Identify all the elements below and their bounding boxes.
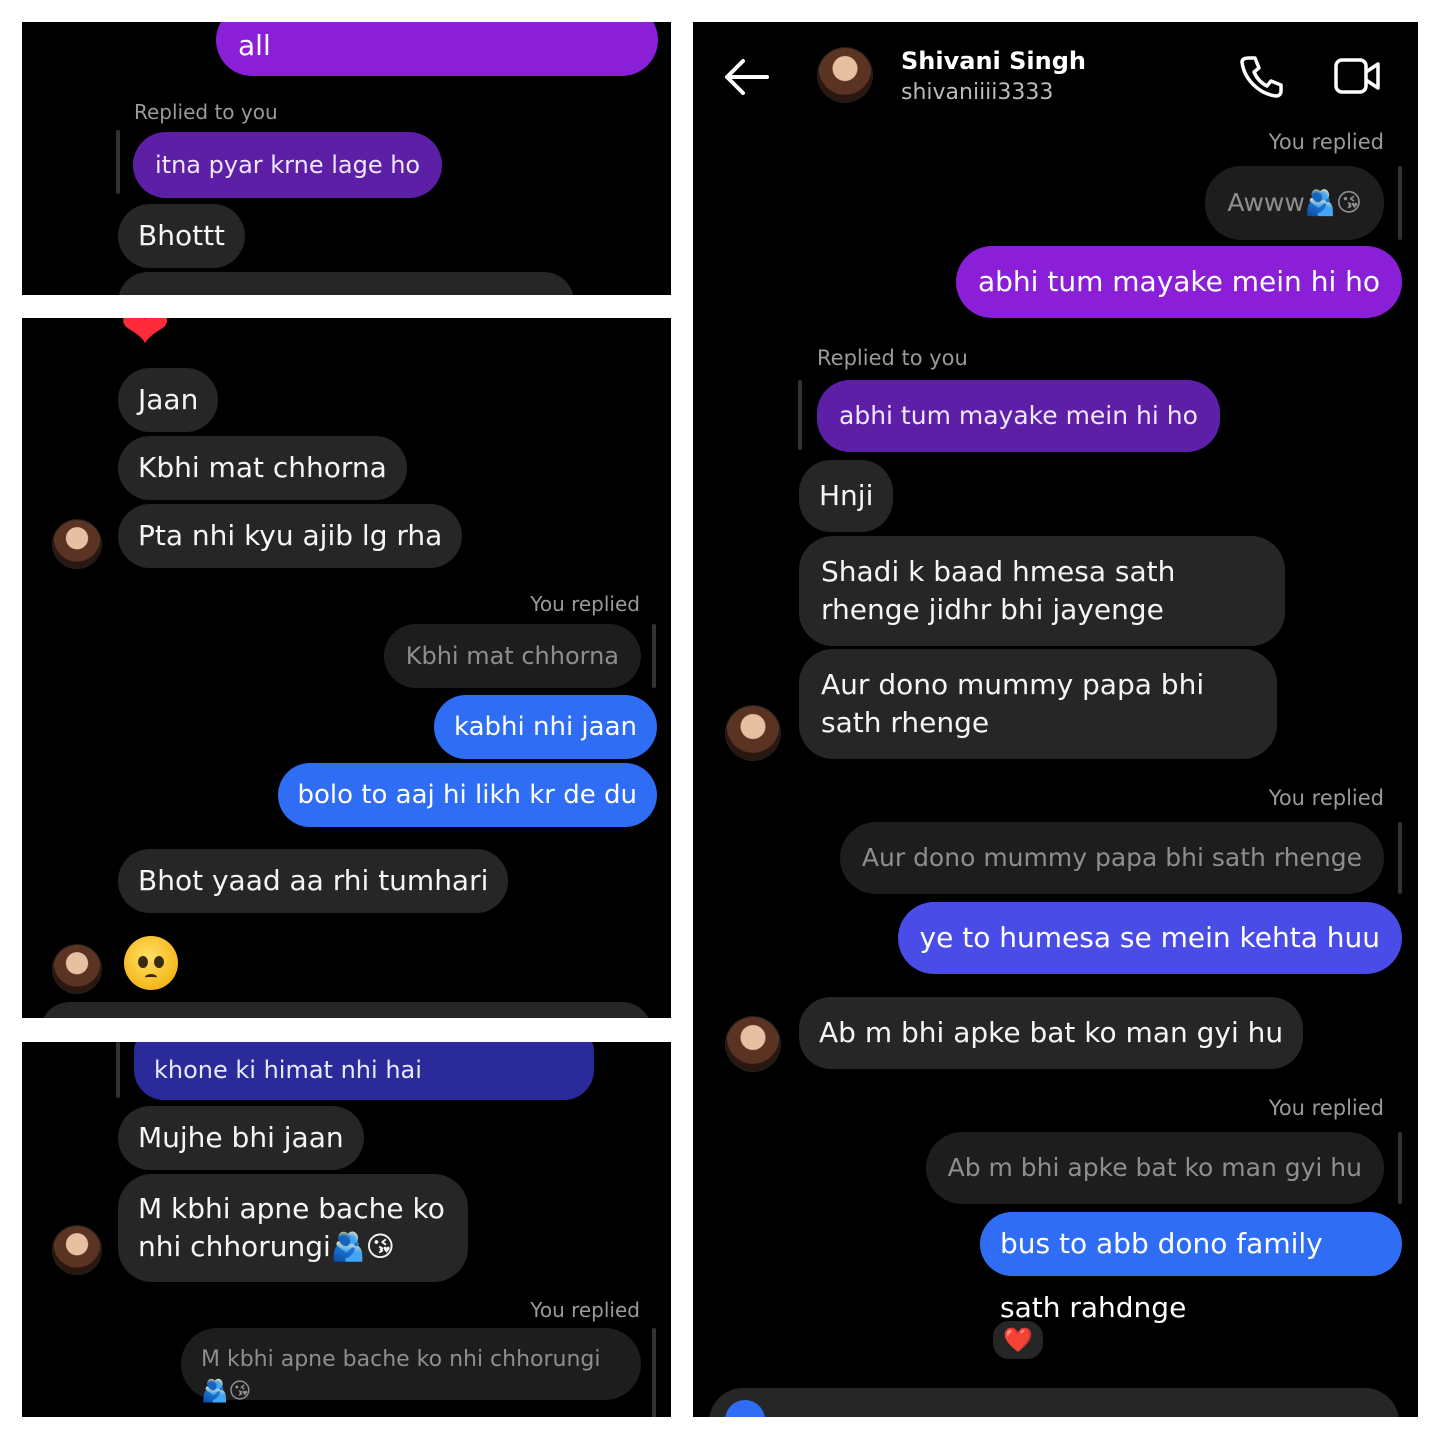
quoted-message[interactable]: Kbhi mat chhorna: [383, 624, 641, 688]
received-message[interactable]: Pta nhi kyu ajib lg rha: [118, 504, 463, 568]
contact-avatar[interactable]: [726, 706, 780, 760]
received-message-partial: [118, 272, 574, 295]
contact-avatar[interactable]: [726, 1017, 780, 1071]
sent-message[interactable]: kabhi nhi jaan: [433, 695, 657, 759]
contact-avatar[interactable]: [818, 48, 872, 102]
contact-avatar[interactable]: [53, 1226, 101, 1274]
contact-avatar[interactable]: [53, 520, 101, 568]
quoted-message[interactable]: Aur dono mummy papa bhi sath rhenge: [839, 822, 1384, 894]
reply-quote-bar: [652, 624, 656, 688]
reply-quote-text: khone ki himat nhi hai: [154, 1056, 422, 1084]
received-message[interactable]: Bhottt: [118, 204, 246, 268]
reply-quote-bar: [1398, 822, 1402, 894]
you-replied-label: You replied: [1268, 130, 1384, 154]
received-message[interactable]: Jaan: [118, 368, 219, 432]
replied-label: Replied to you: [817, 346, 968, 370]
chat-panel-3: khone ki himat nhi hai Mujhe bhi jaan M …: [22, 1042, 671, 1417]
replied-label: Replied to you: [134, 100, 278, 124]
received-message[interactable]: Ab m bhi apke bat ko man gyi hu: [799, 997, 1304, 1069]
you-replied-label: You replied: [1268, 786, 1384, 810]
received-message[interactable]: Aur dono mummy papa bhi sath rhenge: [799, 649, 1277, 759]
received-message[interactable]: Shadi k baad hmesa sath rhenge jidhr bhi…: [799, 536, 1285, 646]
received-message[interactable]: Kbhi mat chhorna: [118, 436, 407, 500]
quoted-message[interactable]: Awww🫂😘: [1205, 166, 1384, 240]
reply-quote-bubble[interactable]: abhi tum mayake mein hi ho: [817, 380, 1220, 452]
reply-quote-bar: [116, 1042, 120, 1098]
you-replied-label: You replied: [530, 1298, 640, 1322]
pleading-face-icon: [124, 936, 178, 990]
received-message[interactable]: M kbhi apne bache ko nhi chhorungi🫂😘: [118, 1174, 468, 1282]
sent-message-partial[interactable]: all: [216, 22, 658, 76]
sent-message[interactable]: abhi tum mayake mein hi ho: [956, 246, 1402, 318]
reply-quote-bar: [1398, 166, 1402, 240]
heart-reaction-icon[interactable]: ❤️: [990, 1318, 1046, 1362]
phone-icon[interactable]: [1239, 54, 1283, 102]
video-camera-icon[interactable]: [1333, 56, 1381, 100]
reply-quote-bubble[interactable]: itna pyar krne lage ho: [133, 132, 443, 198]
reply-quote-bar: [798, 380, 802, 450]
sent-message[interactable]: ye to humesa se mein kehta huu: [897, 902, 1402, 974]
message-composer-partial: [40, 1002, 652, 1018]
contact-username[interactable]: shivaniiii3333: [901, 80, 1053, 105]
received-message[interactable]: Mujhe bhi jaan: [118, 1106, 364, 1170]
chat-panel-main: Shivani Singh shivaniiii3333 You replied…: [693, 22, 1418, 1417]
message-composer-partial[interactable]: [709, 1388, 1399, 1417]
reply-quote-bar: [116, 130, 120, 194]
sent-message[interactable]: bus to abb dono family sath rahdnge: [980, 1212, 1402, 1324]
quoted-message[interactable]: Ab m bhi apke bat ko man gyi hu: [925, 1132, 1384, 1204]
chat-panel-2: ❤ Jaan Kbhi mat chhorna Pta nhi kyu ajib…: [22, 318, 671, 1018]
received-message[interactable]: Hnji: [799, 460, 894, 532]
chat-panel-1: all Replied to you itna pyar krne lage h…: [22, 22, 671, 295]
contact-name[interactable]: Shivani Singh: [901, 47, 1086, 75]
heart-reaction-icon: ❤: [120, 318, 171, 363]
reply-quote-bubble[interactable]: khone ki himat nhi hai: [134, 1042, 594, 1100]
you-replied-label: You replied: [1268, 1096, 1384, 1120]
received-message[interactable]: Bhot yaad aa rhi tumhari: [118, 849, 509, 913]
reply-quote-bar: [652, 1328, 656, 1417]
reply-quote-bar: [1398, 1132, 1402, 1204]
sent-message[interactable]: bolo to aaj hi likh kr de du: [277, 763, 657, 827]
contact-avatar[interactable]: [53, 945, 101, 993]
you-replied-label: You replied: [530, 592, 640, 616]
quoted-message[interactable]: M kbhi apne bache ko nhi chhorungi🫂😘: [181, 1328, 641, 1404]
sent-message-text: all: [238, 29, 271, 62]
back-arrow-icon[interactable]: [723, 58, 769, 100]
